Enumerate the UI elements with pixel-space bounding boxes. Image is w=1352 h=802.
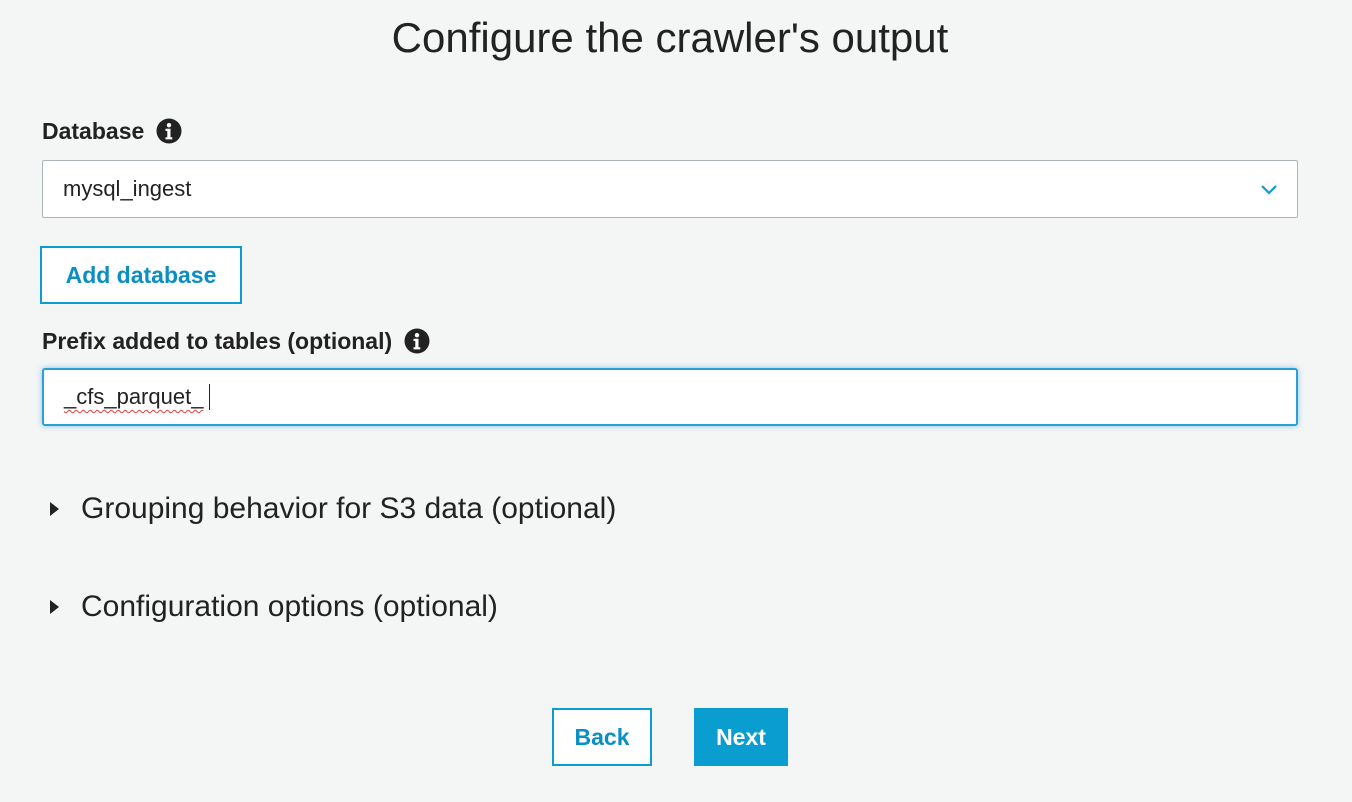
database-select[interactable]: mysql_ingest <box>42 160 1298 218</box>
configuration-options-label: Configuration options (optional) <box>81 590 498 623</box>
caret-right-icon <box>50 600 59 614</box>
grouping-behavior-label: Grouping behavior for S3 data (optional) <box>81 492 617 525</box>
grouping-behavior-expander[interactable]: Grouping behavior for S3 data (optional) <box>50 492 616 526</box>
database-label: Database <box>42 118 145 144</box>
caret-right-icon <box>50 502 59 516</box>
prefix-label-row: Prefix added to tables (optional) <box>42 327 430 355</box>
configuration-options-expander[interactable]: Configuration options (optional) <box>50 590 498 624</box>
info-icon[interactable] <box>404 328 430 354</box>
add-database-button[interactable]: Add database <box>40 246 242 304</box>
prefix-input-value: _cfs_parquet_ <box>64 384 204 409</box>
crawler-output-page: Configure the crawler's output Database … <box>0 0 1352 802</box>
database-label-row: Database <box>42 117 182 145</box>
prefix-label: Prefix added to tables (optional) <box>42 328 393 354</box>
page-title: Configure the crawler's output <box>391 14 949 61</box>
text-cursor <box>209 384 211 410</box>
database-selected-value: mysql_ingest <box>63 176 192 201</box>
next-button[interactable]: Next <box>694 708 788 766</box>
back-button[interactable]: Back <box>552 708 652 766</box>
prefix-input[interactable]: _cfs_parquet_ <box>42 368 1298 426</box>
info-icon[interactable] <box>156 118 182 144</box>
chevron-down-icon <box>1261 185 1277 195</box>
